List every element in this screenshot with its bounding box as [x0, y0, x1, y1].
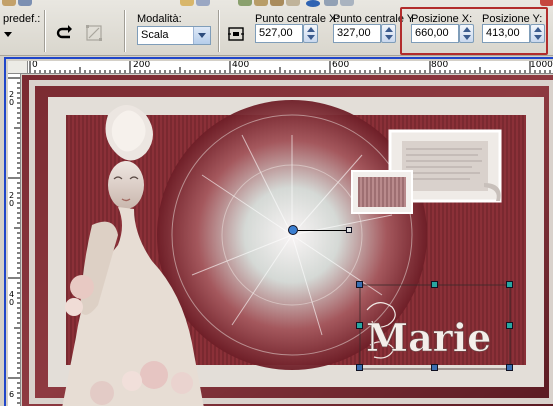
toolbar-separator [218, 10, 220, 52]
toolbar-separator [124, 10, 126, 52]
help-icon[interactable] [306, 0, 320, 7]
reset-arrow-icon[interactable] [56, 24, 76, 44]
ruler-label: 0 [32, 61, 38, 70]
ruler-label: 6 [9, 390, 15, 399]
center-x-input[interactable]: 527,00 [255, 24, 303, 43]
transform-handle[interactable] [506, 322, 513, 329]
tool-options-toolbar: predef.: Modalità: Scala Punto centrale … [0, 0, 553, 56]
vertical-ruler: 2 0 2 0 4 0 6 [8, 74, 21, 406]
ruler-label: 600 [332, 61, 350, 70]
wordart-text: Marie [366, 315, 491, 360]
layer-icon[interactable] [238, 0, 252, 6]
layer-icon[interactable] [270, 0, 284, 6]
image-window: 0 200 400 600 800 1000 2 0 2 0 4 0 6 Mar… [4, 57, 553, 406]
horizontal-ruler: 0 200 400 600 800 1000 [28, 61, 553, 74]
center-point-icon[interactable] [227, 25, 245, 43]
mode-value: Scala [141, 29, 169, 41]
toolbar-separator [44, 10, 46, 52]
center-y-spinner[interactable] [381, 24, 396, 43]
chevron-down-icon[interactable] [193, 27, 210, 44]
position-highlight-box [400, 7, 548, 55]
transform-handle[interactable] [356, 322, 363, 329]
image-canvas[interactable]: Marie [22, 75, 553, 406]
ruler-label: 1000 [530, 61, 553, 70]
center-x-spinner[interactable] [303, 24, 318, 43]
folder-icon[interactable] [180, 0, 194, 6]
free-transform-icon[interactable] [85, 24, 103, 42]
spin-down-icon[interactable] [385, 35, 393, 40]
ruler-label: 400 [232, 61, 250, 70]
window-icon[interactable] [196, 0, 210, 6]
layer-icon[interactable] [254, 0, 268, 6]
ruler-label: 0 [9, 98, 15, 107]
pivot-handle[interactable] [288, 225, 298, 235]
spin-down-icon[interactable] [307, 35, 315, 40]
transform-handle[interactable] [356, 364, 363, 371]
rotation-handle[interactable] [346, 227, 352, 233]
mode-label: Modalità: [137, 13, 182, 25]
window-icon[interactable] [324, 0, 338, 6]
layer-icon[interactable] [286, 0, 300, 6]
mode-select[interactable]: Scala [137, 26, 211, 45]
spin-up-icon[interactable] [385, 27, 393, 32]
pivot-line [298, 230, 346, 231]
ruler-corner [8, 61, 28, 74]
artwork: Marie [22, 75, 553, 406]
ruler-label: 0 [9, 298, 15, 307]
transform-handle[interactable] [506, 364, 513, 371]
transform-handle[interactable] [356, 281, 363, 288]
spin-up-icon[interactable] [307, 27, 315, 32]
window-icon[interactable] [18, 0, 32, 6]
transform-handle[interactable] [431, 364, 438, 371]
preset-dropdown-icon[interactable] [4, 32, 12, 37]
app-window: predef.: Modalità: Scala Punto centrale … [0, 0, 553, 406]
transform-handle[interactable] [431, 281, 438, 288]
close-icon[interactable] [540, 0, 553, 6]
window-icon[interactable] [340, 0, 354, 6]
center-y-input[interactable]: 327,00 [333, 24, 381, 43]
ruler-label: 200 [133, 61, 151, 70]
transform-handle[interactable] [506, 281, 513, 288]
folder-icon[interactable] [2, 0, 16, 6]
workspace: 0 200 400 600 800 1000 2 0 2 0 4 0 6 Mar… [0, 57, 553, 406]
preset-label: predef.: [3, 13, 41, 25]
ruler-label: 800 [431, 61, 449, 70]
paper-card-small [351, 170, 413, 214]
ruler-label: 0 [9, 199, 15, 208]
